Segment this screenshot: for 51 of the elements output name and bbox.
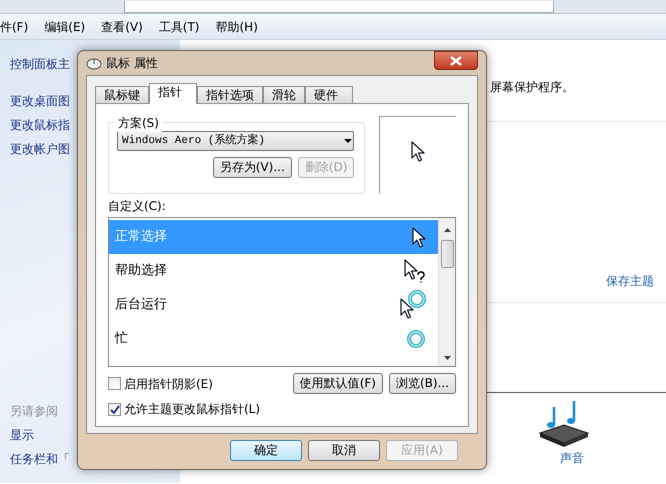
list-item[interactable]: 帮助选择 bbox=[109, 254, 438, 288]
sound-link[interactable]: 声音 bbox=[560, 449, 584, 467]
arrow-cursor-icon bbox=[412, 226, 426, 248]
tab[interactable]: 滑轮 bbox=[263, 86, 305, 103]
checkbox[interactable] bbox=[108, 377, 121, 390]
tab[interactable]: 鼠标键 bbox=[95, 86, 149, 103]
scroll-down-icon bbox=[444, 356, 450, 360]
customize-label: 自定义(C): bbox=[108, 198, 167, 215]
browse-button[interactable]: 浏览(B)... bbox=[388, 373, 456, 394]
list-item[interactable]: 忙 bbox=[109, 322, 438, 356]
save-theme-link[interactable]: 保存主题 bbox=[606, 272, 654, 290]
scroll-thumb[interactable] bbox=[440, 240, 454, 268]
close-icon bbox=[450, 56, 462, 66]
busy-ring-icon bbox=[406, 329, 426, 349]
close-button[interactable] bbox=[434, 51, 478, 70]
description-text: 屏幕保护程序。 bbox=[490, 80, 574, 94]
scroll-up-icon bbox=[444, 228, 450, 232]
checkbox[interactable] bbox=[108, 402, 121, 416]
window-title: 鼠标 属性 bbox=[106, 55, 158, 72]
sidebar-link[interactable]: 控制面板主 bbox=[10, 52, 70, 76]
menu-item[interactable]: 帮助(H) bbox=[216, 18, 258, 36]
arrow-cursor-icon bbox=[411, 141, 426, 162]
see-also-heading: 另请参阅 bbox=[10, 403, 58, 420]
sidebar-link[interactable]: 更改鼠标指 bbox=[10, 113, 70, 137]
dropdown-arrow-icon bbox=[343, 138, 354, 144]
menu-item[interactable]: 件(F) bbox=[0, 18, 28, 36]
sidebar-link[interactable]: 任务栏和「 bbox=[10, 447, 70, 471]
sidebar-link[interactable]: 显示 bbox=[10, 423, 34, 447]
cancel-button[interactable]: 取消 bbox=[308, 440, 380, 461]
check-icon bbox=[110, 404, 120, 414]
checkbox-label[interactable]: 启用指针阴影(E) bbox=[124, 374, 213, 392]
save-as-button[interactable]: 另存为(V)... bbox=[212, 157, 292, 178]
list-item[interactable]: 后台运行 bbox=[109, 288, 438, 322]
tab[interactable]: 指针选项 bbox=[197, 86, 263, 103]
sidebar-link[interactable]: 更改帐户图 bbox=[10, 137, 70, 161]
ok-button[interactable]: 确定 bbox=[230, 440, 302, 461]
scrollbar[interactable] bbox=[438, 218, 455, 366]
tab[interactable]: 硬件 bbox=[305, 86, 353, 103]
address-bar[interactable] bbox=[124, 1, 554, 13]
menu-item[interactable]: 工具(T) bbox=[158, 18, 200, 36]
mouse-icon bbox=[86, 56, 102, 70]
use-default-button[interactable]: 使用默认值(F) bbox=[292, 373, 383, 394]
busy-cursor-icon bbox=[400, 290, 426, 320]
group-label: 方案(S) bbox=[115, 114, 162, 132]
menu-item[interactable]: 编辑(E) bbox=[44, 18, 86, 36]
menu-item[interactable]: 查看(V) bbox=[101, 18, 143, 36]
help-cursor-icon bbox=[404, 259, 426, 283]
tab[interactable]: 指针 bbox=[149, 83, 197, 104]
checkbox-label[interactable]: 允许主题更改鼠标指针(L) bbox=[124, 400, 260, 418]
scheme-dropdown[interactable]: Windows Aero (系统方案) bbox=[117, 131, 354, 151]
sidebar-link[interactable]: 更改桌面图 bbox=[10, 89, 70, 113]
